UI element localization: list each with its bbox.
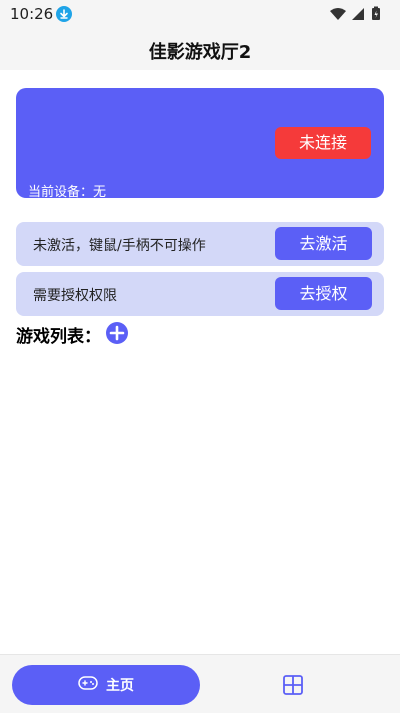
- status-bar: 10:26: [0, 0, 400, 28]
- authorize-button[interactable]: 去授权: [275, 277, 372, 310]
- device-card: 未连接 当前设备：无: [16, 88, 384, 200]
- game-list-title: 游戏列表：: [16, 327, 101, 347]
- current-device-text: 当前设备：无: [28, 185, 107, 200]
- download-icon: [56, 6, 72, 22]
- grid-icon[interactable]: [282, 674, 304, 696]
- connect-button[interactable]: 未连接: [275, 127, 371, 159]
- home-tab-label: 主页: [106, 678, 134, 694]
- activation-status-text: 未激活，键鼠/手柄不可操作: [33, 238, 206, 254]
- add-icon[interactable]: [106, 322, 128, 344]
- battery-icon: [372, 6, 380, 20]
- activate-button[interactable]: 去激活: [275, 227, 372, 260]
- app-bar: 佳影游戏厅2: [0, 28, 400, 70]
- system-icons: [328, 6, 388, 22]
- signal-icon: [352, 8, 364, 20]
- permission-row: 需要授权权限 去授权: [16, 272, 384, 316]
- home-tab[interactable]: 主页: [12, 665, 200, 705]
- page-title: 佳影游戏厅2: [148, 42, 252, 63]
- permission-status-text: 需要授权权限: [33, 288, 117, 304]
- bottom-nav: 主页: [0, 654, 400, 713]
- status-time: 10:26: [10, 5, 54, 23]
- gamepad-icon: [78, 676, 98, 694]
- wifi-icon: [330, 8, 346, 20]
- activation-row: 未激活，键鼠/手柄不可操作 去激活: [16, 222, 384, 266]
